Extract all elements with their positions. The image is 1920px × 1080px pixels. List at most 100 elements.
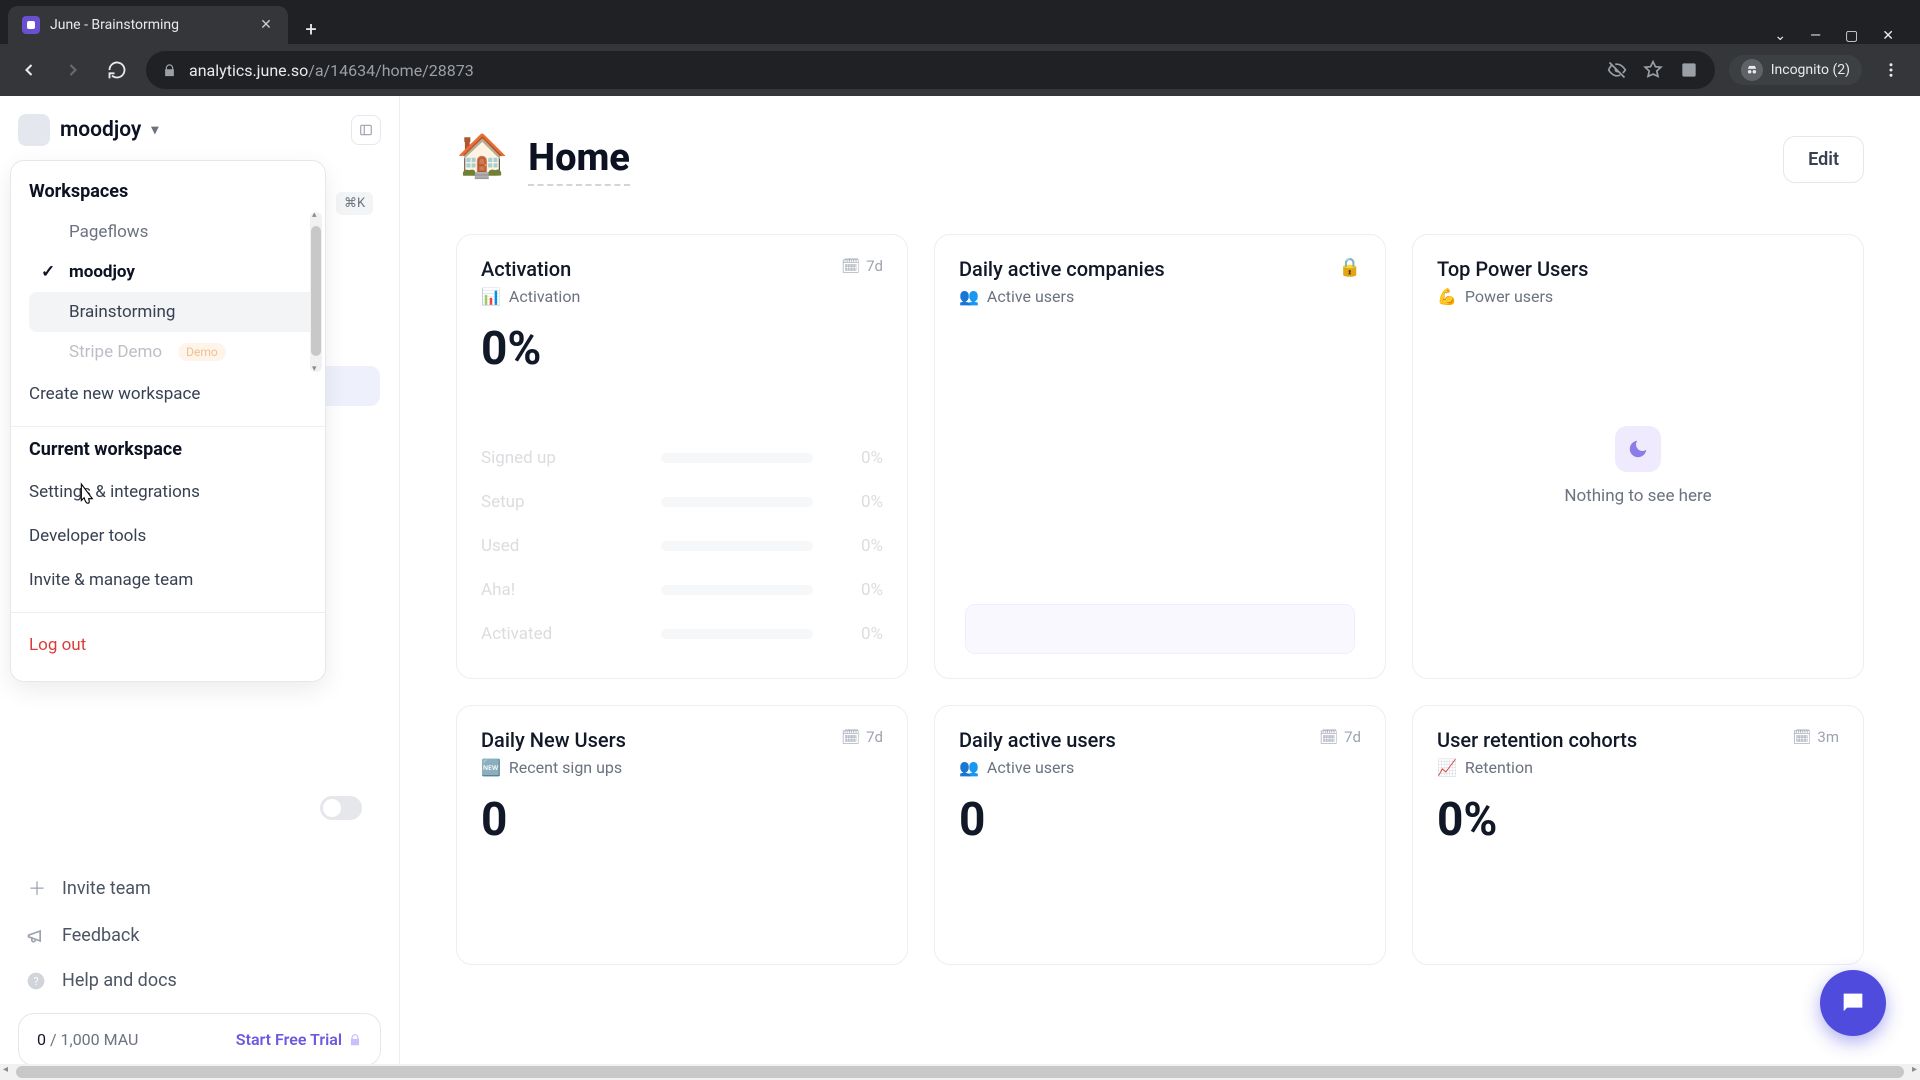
divider — [11, 612, 325, 613]
workspace-name: moodjoy — [60, 118, 141, 142]
calendar-icon: 🗓 — [841, 257, 860, 275]
start-trial-button[interactable]: Start Free Trial — [236, 1030, 362, 1049]
divider — [11, 426, 325, 427]
link-label: Invite team — [62, 878, 151, 899]
mau-card: 0 / 1,000 MAU Start Free Trial — [18, 1013, 381, 1066]
card-grid-row-2: Daily New Users 🆕 Recent sign ups 🗓7d 0 … — [456, 705, 1864, 965]
page-title[interactable]: Home — [528, 136, 630, 186]
incognito-label: Incognito (2) — [1771, 62, 1850, 78]
browser-chrome: June - Brainstorming ✕ + ⌄ — ▢ ✕ analyti… — [0, 0, 1920, 96]
eye-off-icon[interactable] — [1607, 60, 1627, 80]
page-header: 🏠 Home Edit — [456, 136, 1864, 186]
settings-integrations-link[interactable]: Settings & integrations — [11, 470, 325, 514]
back-button[interactable] — [14, 55, 44, 85]
intercom-launcher[interactable] — [1820, 970, 1886, 1036]
card-period: 🗓 7d — [841, 257, 883, 275]
url-text: analytics.june.so/a/14634/home/28873 — [189, 61, 474, 80]
empty-state: Nothing to see here — [1437, 306, 1839, 626]
minimize-icon[interactable]: — — [1810, 28, 1821, 44]
card-stat: 0 — [481, 793, 883, 847]
workspace-item-label: Brainstorming — [69, 302, 175, 322]
demo-badge: Demo — [178, 343, 226, 361]
card-subtitle: Active users — [987, 287, 1074, 306]
card-stat: 0% — [1437, 793, 1839, 847]
check-icon: ✓ — [41, 262, 59, 282]
question-icon: ? — [26, 971, 48, 991]
nav-item-selected-background — [326, 366, 380, 406]
browser-tab[interactable]: June - Brainstorming ✕ — [8, 6, 288, 44]
card-daily-new-users[interactable]: Daily New Users 🆕 Recent sign ups 🗓7d 0 — [456, 705, 908, 965]
invite-manage-team-link[interactable]: Invite & manage team — [11, 558, 325, 602]
card-stat: 0 — [959, 793, 1361, 847]
extensions-icon[interactable] — [1679, 60, 1699, 80]
workspace-item-brainstorming[interactable]: Brainstorming — [29, 292, 321, 332]
tab-search-icon[interactable]: ⌄ — [1774, 28, 1786, 44]
workspace-item-label: moodjoy — [69, 262, 135, 282]
people-icon: 👥 — [959, 758, 979, 777]
maximize-icon[interactable]: ▢ — [1845, 28, 1858, 44]
card-stat: 0% — [481, 322, 883, 376]
card-activation[interactable]: Activation 📊 Activation 🗓 7d 0% Signed u… — [456, 234, 908, 679]
plus-icon: ＋ — [26, 875, 48, 901]
toggle-switch[interactable] — [320, 796, 362, 820]
collapse-sidebar-button[interactable] — [351, 115, 381, 145]
chart-icon: 📊 — [481, 287, 501, 306]
close-icon[interactable]: ✕ — [258, 17, 274, 33]
bookmark-icon[interactable] — [1643, 60, 1663, 80]
workspace-dropdown: Workspaces Pageflows ✓ moodjoy Brainstor… — [10, 160, 326, 682]
sidebar-bottom: ＋ Invite team Feedback ? Help and docs 0… — [18, 863, 381, 1066]
incognito-icon — [1741, 59, 1763, 81]
card-daily-active-users[interactable]: Daily active users 👥 Active users 🗓7d 0 — [934, 705, 1386, 965]
activation-funnel: Signed up0% Setup0% Used0% Aha!0% Activa… — [481, 436, 883, 656]
horizontal-scrollbar[interactable] — [0, 1064, 1920, 1080]
tab-title: June - Brainstorming — [50, 17, 248, 33]
link-label: Help and docs — [62, 970, 177, 991]
card-period: 🗓7d — [1319, 728, 1361, 746]
calendar-icon: 🗓 — [841, 728, 860, 746]
megaphone-icon — [26, 926, 48, 946]
kebab-menu-icon[interactable] — [1876, 55, 1906, 85]
invite-team-link[interactable]: ＋ Invite team — [18, 863, 381, 913]
incognito-badge[interactable]: Incognito (2) — [1729, 55, 1862, 85]
card-top-power-users[interactable]: Top Power Users 💪 Power users Nothing to… — [1412, 234, 1864, 679]
card-title: Daily New Users — [481, 728, 626, 752]
people-icon: 👥 — [959, 287, 979, 306]
empty-text: Nothing to see here — [1564, 486, 1711, 506]
card-grid-row-1: Activation 📊 Activation 🗓 7d 0% Signed u… — [456, 234, 1864, 679]
card-user-retention[interactable]: User retention cohorts 📈 Retention 🗓3m 0… — [1412, 705, 1864, 965]
edit-button[interactable]: Edit — [1783, 136, 1864, 183]
forward-button[interactable] — [58, 55, 88, 85]
card-title: Daily active companies — [959, 257, 1165, 281]
create-workspace-button[interactable]: Create new workspace — [11, 372, 325, 416]
workspace-item-label: Stripe Demo — [69, 342, 162, 362]
close-window-icon[interactable]: ✕ — [1882, 28, 1894, 44]
card-daily-active-companies[interactable]: Daily active companies 👥 Active users 🔒 — [934, 234, 1386, 679]
tab-strip: June - Brainstorming ✕ + ⌄ — ▢ ✕ — [0, 0, 1920, 44]
workspace-selector[interactable]: moodjoy ▾ — [18, 114, 381, 146]
reload-button[interactable] — [102, 55, 132, 85]
chevron-down-icon: ▾ — [151, 122, 158, 138]
card-period: 🗓7d — [841, 728, 883, 746]
address-bar[interactable]: analytics.june.so/a/14634/home/28873 — [146, 51, 1715, 89]
workspace-item-moodjoy[interactable]: ✓ moodjoy — [29, 252, 321, 292]
feedback-link[interactable]: Feedback — [18, 913, 381, 958]
toolbar: analytics.june.so/a/14634/home/28873 Inc… — [0, 44, 1920, 96]
card-title: Daily active users — [959, 728, 1116, 752]
mau-usage: 0 / 1,000 MAU — [37, 1030, 138, 1049]
chart-up-icon: 📈 — [1437, 758, 1457, 777]
window-controls: ⌄ — ▢ ✕ — [1774, 28, 1912, 44]
new-tab-button[interactable]: + — [296, 14, 326, 44]
card-period: 🗓3m — [1792, 728, 1839, 746]
workspace-item-stripe-demo[interactable]: Stripe Demo Demo — [29, 332, 321, 372]
dropdown-scrollbar[interactable] — [310, 212, 322, 372]
locked-overlay — [965, 604, 1355, 654]
developer-tools-link[interactable]: Developer tools — [11, 514, 325, 558]
card-subtitle: Activation — [509, 287, 580, 306]
svg-text:?: ? — [33, 975, 38, 988]
help-docs-link[interactable]: ? Help and docs — [18, 958, 381, 1003]
link-label: Feedback — [62, 925, 139, 946]
workspace-item-label: Pageflows — [69, 222, 148, 242]
calendar-icon: 🗓 — [1319, 728, 1338, 746]
workspace-item-pageflows[interactable]: Pageflows — [29, 212, 321, 252]
logout-button[interactable]: Log out — [11, 623, 325, 667]
